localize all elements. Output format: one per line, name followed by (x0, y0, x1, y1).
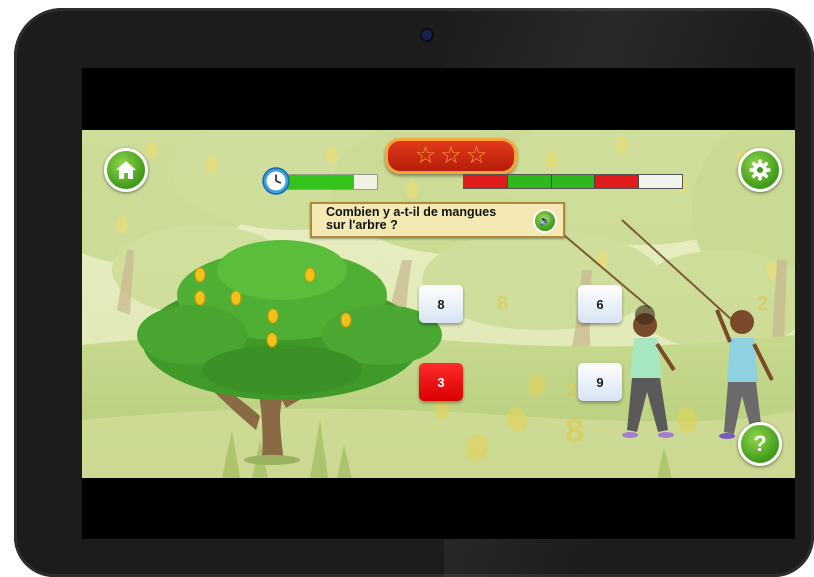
question-mark-icon: ? (753, 431, 767, 456)
sound-button[interactable]: 🔊 (533, 209, 557, 233)
timer-bar (282, 174, 378, 190)
svg-text:8: 8 (497, 293, 508, 315)
clock-icon (262, 167, 290, 195)
answer-label: 9 (596, 374, 604, 390)
answer-option-2[interactable]: 6 (578, 285, 622, 323)
settings-button[interactable] (738, 148, 782, 192)
svg-text:2: 2 (757, 293, 768, 315)
svg-text:2: 2 (567, 380, 577, 400)
timer-fill (283, 175, 354, 189)
home-button[interactable] (104, 148, 148, 192)
star-icon: ☆ (465, 142, 488, 169)
answer-label: 6 (596, 296, 604, 312)
front-camera (422, 30, 432, 40)
question-box: Combien y a-t-il de mangues sur l'arbre … (310, 202, 565, 238)
gear-icon (749, 159, 771, 181)
star-icon: ☆ (414, 142, 437, 169)
speaker-icon: 🔊 (538, 215, 552, 227)
tablet-screen: 8 8 2 2 ☆ ☆ ☆ Combien y a-t-il de mangue… (82, 68, 795, 539)
progress-segment-correct (551, 175, 596, 188)
help-button[interactable]: ? (738, 422, 782, 466)
answer-option-4[interactable]: 9 (578, 363, 622, 401)
star-icon: ☆ (440, 142, 462, 169)
game-scene: 8 8 2 2 ☆ ☆ ☆ Combien y a-t-il de mangue… (82, 130, 795, 478)
progress-segment-correct (507, 175, 552, 188)
stars-banner: ☆ ☆ ☆ (385, 138, 517, 174)
home-icon (116, 161, 136, 179)
answer-option-1[interactable]: 8 (419, 285, 463, 323)
answer-label: 3 (437, 374, 445, 390)
progress-segment-wrong (464, 175, 508, 188)
question-text: Combien y a-t-il de mangues sur l'arbre … (326, 206, 526, 232)
progress-segment-pending (639, 175, 682, 188)
answers-progress-bar (463, 174, 683, 189)
question-line-2: sur l'arbre ? (326, 218, 398, 232)
answer-option-3[interactable]: 3 (419, 363, 463, 401)
answer-label: 8 (437, 296, 445, 312)
progress-segment-wrong (595, 175, 640, 188)
tablet-frame: 8 8 2 2 ☆ ☆ ☆ Combien y a-t-il de mangue… (14, 8, 814, 577)
svg-text:8: 8 (565, 412, 584, 450)
